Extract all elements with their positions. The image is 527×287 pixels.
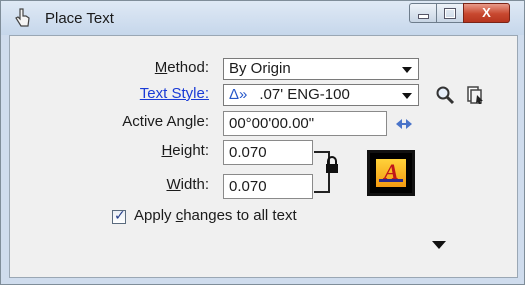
- tool-settings-panel: Method: By Origin Text Style: Δ» .07' ENG…: [9, 35, 518, 278]
- expand-arrow-icon[interactable]: [432, 241, 446, 249]
- apply-changes-checkbox[interactable]: ✓: [112, 207, 126, 224]
- match-style-icon[interactable]: [465, 85, 485, 105]
- height-input[interactable]: 0.070: [223, 140, 313, 165]
- minimize-button[interactable]: [409, 3, 436, 23]
- method-label: Method:: [154, 59, 209, 76]
- active-angle-label: Active Angle:: [122, 113, 209, 130]
- maximize-icon: [444, 8, 456, 19]
- place-text-window: Place Text X Method: By Origin Text Styl…: [0, 0, 525, 285]
- width-input[interactable]: 0.070: [223, 174, 313, 199]
- text-style-dropdown[interactable]: Δ» .07' ENG-100: [223, 84, 419, 106]
- window-title: Place Text: [45, 10, 114, 27]
- chevron-down-icon: [402, 93, 412, 99]
- close-icon: X: [482, 5, 491, 20]
- text-style-swatch[interactable]: A: [367, 150, 415, 196]
- close-button[interactable]: X: [463, 3, 510, 23]
- lock-icon[interactable]: [325, 156, 339, 174]
- method-value: By Origin: [229, 60, 291, 77]
- text-style-value: .07' ENG-100: [259, 86, 350, 103]
- magnifier-icon[interactable]: [435, 85, 455, 105]
- height-label: Height:: [161, 142, 209, 159]
- title-buttons: X: [409, 3, 510, 25]
- minimize-icon: [417, 14, 429, 19]
- text-style-label[interactable]: Text Style:: [140, 85, 209, 102]
- text-style-icon: Δ»: [229, 86, 248, 103]
- maximize-button[interactable]: [436, 3, 463, 23]
- chevron-down-icon: [402, 67, 412, 73]
- method-dropdown[interactable]: By Origin: [223, 58, 419, 80]
- title-bar: Place Text X: [1, 1, 524, 35]
- angle-step-icon[interactable]: [394, 114, 414, 134]
- apply-changes-label[interactable]: Apply changes to all text: [134, 207, 297, 224]
- width-label: Width:: [166, 176, 209, 193]
- swatch-underline: [379, 179, 403, 182]
- checkmark-icon: ✓: [114, 207, 126, 223]
- hand-pointer-icon: [15, 8, 30, 27]
- active-angle-input[interactable]: 00°00'00.00": [223, 111, 387, 136]
